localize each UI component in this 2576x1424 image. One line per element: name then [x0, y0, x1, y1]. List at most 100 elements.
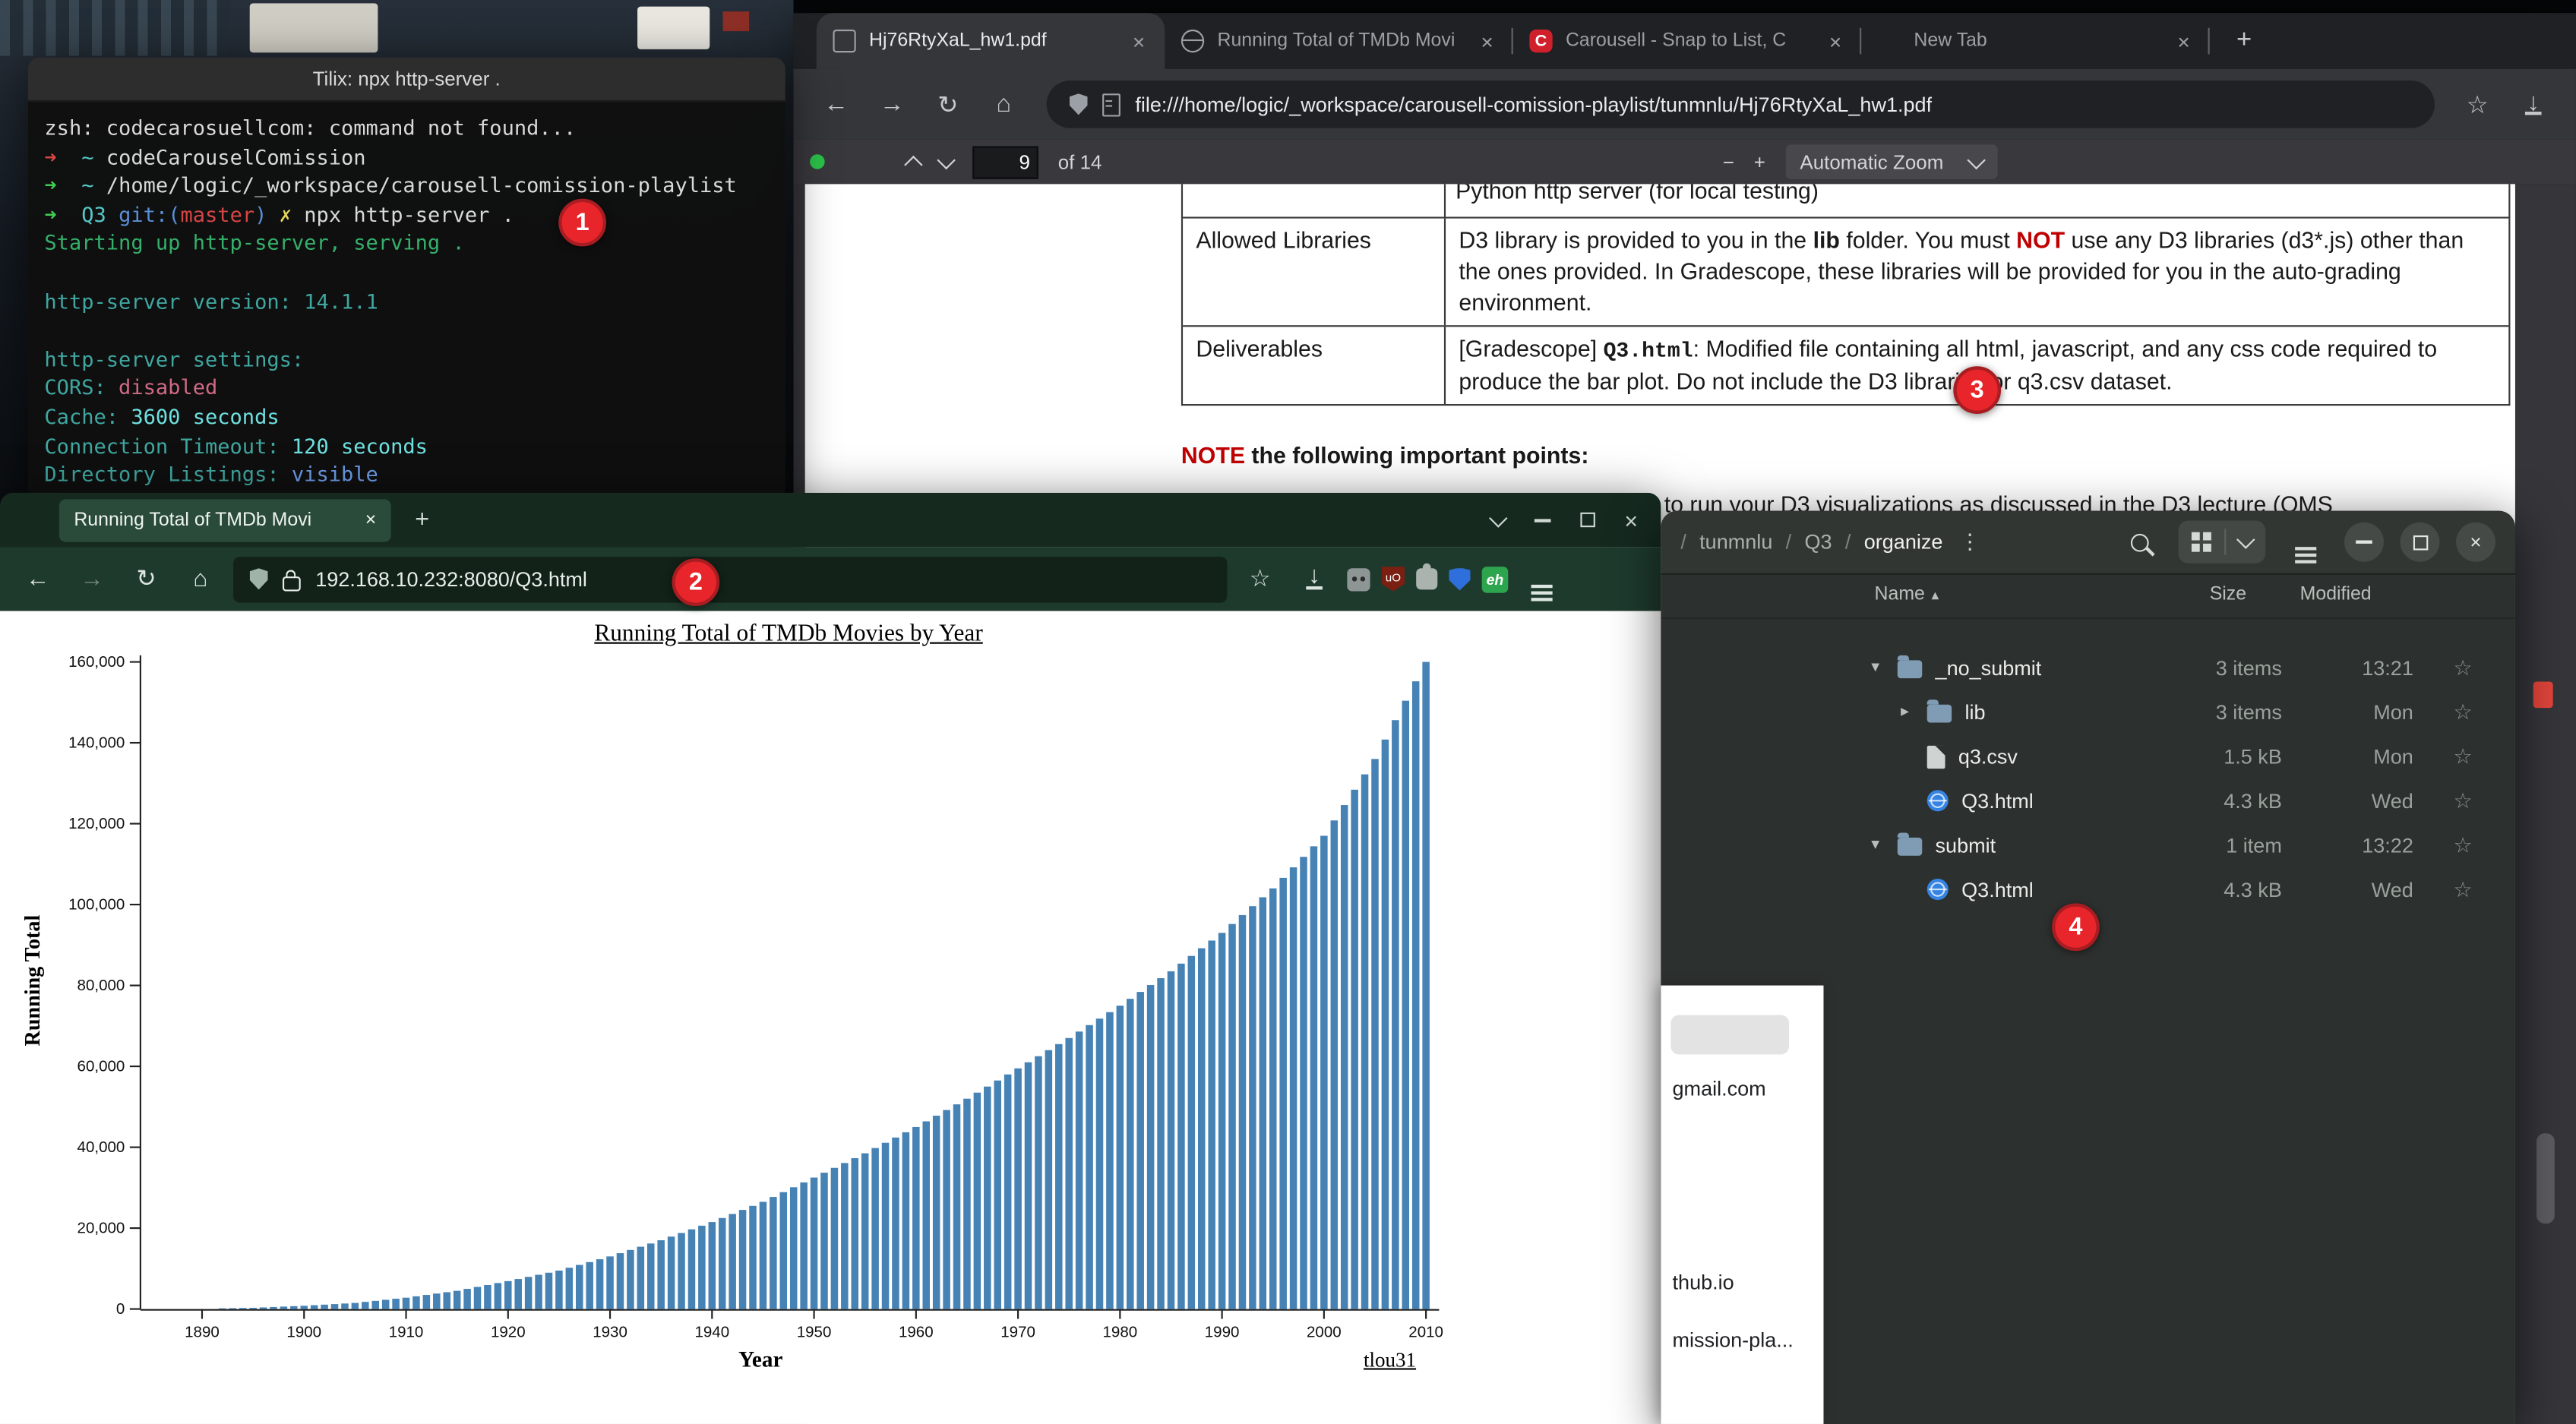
maximize-button[interactable] — [2401, 523, 2440, 562]
tab-close-icon[interactable]: × — [1130, 29, 1149, 53]
file-row[interactable]: Q3.html4.3 kBWed☆ — [1661, 778, 2515, 823]
main-menu-button[interactable] — [2282, 521, 2328, 564]
downloads-icon[interactable]: ↓ — [2510, 81, 2556, 128]
expander-icon[interactable]: ▸ — [1901, 703, 1927, 721]
next-page-button[interactable] — [940, 155, 953, 168]
url-text: 192.168.10.232:8080/Q3.html — [315, 567, 587, 590]
file-row[interactable]: ▸lib3 itemsMon☆ — [1661, 690, 2515, 734]
close-button[interactable]: × — [1624, 507, 1638, 533]
new-tab-button[interactable]: + — [401, 498, 444, 541]
file-row[interactable]: q3.csv1.5 kBMon☆ — [1661, 734, 2515, 778]
home-button[interactable]: ⌂ — [981, 81, 1027, 128]
breadcrumb-item[interactable]: tunmnlu — [1699, 531, 1772, 554]
browser-tab[interactable]: CCarousell - Snap to List, C× — [1513, 13, 1861, 69]
extensions-puzzle-icon[interactable] — [1416, 568, 1437, 589]
ublock-extension-icon[interactable]: uO — [1382, 567, 1405, 591]
page-info-icon[interactable] — [1102, 93, 1120, 115]
home-button[interactable]: ⌂ — [179, 557, 222, 600]
maximize-button[interactable] — [1580, 513, 1595, 527]
star-icon[interactable]: ☆ — [2454, 655, 2473, 681]
tab-close-icon[interactable]: × — [2174, 29, 2193, 53]
minimize-button[interactable] — [2344, 523, 2384, 562]
firefox-url-bar[interactable]: 192.168.10.232:8080/Q3.html — [233, 556, 1227, 602]
tampermonkey-extension-icon[interactable] — [1347, 567, 1370, 590]
bar — [1004, 1075, 1012, 1309]
terminal-line: zsh: codecarosuellcom: command not found… — [44, 113, 769, 142]
file-manager-headerbar[interactable]: /tunmnlu/Q3/organize⋮ × — [1661, 511, 2515, 575]
scrollbar-thumb[interactable] — [2536, 1133, 2555, 1224]
breadcrumb-item[interactable]: Q3 — [1805, 531, 1832, 554]
browser-tab[interactable]: Running Total of TMDb Movi × — [1165, 13, 1512, 69]
terminal-body[interactable]: zsh: codecarosuellcom: command not found… — [28, 102, 785, 537]
minimize-button[interactable] — [1534, 518, 1550, 521]
shield-extension-icon[interactable] — [1449, 567, 1470, 590]
file-row[interactable]: ▾submit1 item13:22☆ — [1661, 823, 2515, 867]
column-header-name[interactable]: Name▴ — [1875, 585, 1939, 605]
column-headers: Name▴ Size Modified — [1661, 575, 2515, 619]
firefox-titlebar[interactable]: Running Total of TMDb Movi × + × — [0, 493, 1661, 547]
reload-button[interactable]: ↻ — [925, 81, 972, 128]
terminal-titlebar[interactable]: Tilix: npx http-server . — [28, 58, 785, 102]
bar — [1168, 971, 1175, 1309]
column-header-size[interactable]: Size — [2210, 585, 2246, 605]
star-icon[interactable]: ☆ — [2454, 788, 2473, 814]
previous-page-button[interactable] — [907, 155, 920, 168]
zoom-in-button[interactable]: + — [1754, 150, 1765, 173]
bookmark-star-icon[interactable]: ☆ — [1239, 557, 1282, 600]
star-icon[interactable]: ☆ — [2454, 699, 2473, 725]
tracking-shield-icon[interactable] — [250, 568, 268, 589]
tab-close-icon[interactable]: × — [1478, 29, 1497, 53]
view-toggle-button[interactable] — [2179, 521, 2266, 564]
browser-tab[interactable]: New Tab× — [1861, 13, 2209, 69]
current-folder-menu-icon[interactable]: ⋮ — [1956, 529, 1984, 555]
tab-title: Running Total of TMDb Movi — [1217, 31, 1464, 51]
forward-button[interactable]: → — [71, 557, 113, 600]
bar — [311, 1306, 318, 1309]
expander-icon[interactable]: ▾ — [1871, 836, 1898, 854]
back-button[interactable]: ← — [17, 557, 59, 600]
bar — [1320, 836, 1328, 1309]
tab-close-icon[interactable]: × — [1826, 29, 1845, 53]
star-icon[interactable]: ☆ — [2454, 832, 2473, 858]
chrome-url-bar[interactable]: file:///home/logic/_workspace/carousell-… — [1047, 81, 2435, 128]
expander-icon[interactable]: ▾ — [1871, 658, 1898, 677]
file-row[interactable]: Q3.html4.3 kBWed☆ — [1661, 867, 2515, 911]
star-icon[interactable]: ☆ — [2454, 876, 2473, 903]
privacy-shield-icon[interactable] — [1070, 93, 1088, 115]
chart-credit-link[interactable]: tlou31 — [1364, 1348, 1416, 1372]
lock-icon[interactable] — [283, 576, 301, 590]
zoom-out-button[interactable]: − — [1723, 150, 1734, 173]
close-button[interactable]: × — [2456, 523, 2495, 562]
new-tab-button[interactable]: + — [2223, 20, 2265, 62]
star-icon[interactable]: ☆ — [2454, 744, 2473, 770]
zoom-select[interactable]: Automatic Zoom — [1785, 144, 1998, 178]
terminal-text: ➜ — [44, 144, 56, 168]
bar — [1055, 1044, 1063, 1309]
bar — [698, 1226, 706, 1309]
back-button[interactable]: ← — [813, 81, 859, 128]
bookmark-star-icon[interactable]: ☆ — [2454, 81, 2501, 128]
terminal-text: ➜ — [44, 202, 56, 226]
y-tick-label: 60,000 — [77, 1058, 125, 1075]
terminal-text: ➜ — [44, 172, 56, 197]
browser-tab[interactable]: Hj76RtyXaL_hw1.pdf× — [817, 13, 1165, 69]
list-all-tabs-icon[interactable] — [1489, 508, 1507, 526]
terminal-text: ~ — [81, 144, 93, 168]
terminal-text: ~ — [81, 172, 93, 197]
firefox-tab[interactable]: Running Total of TMDb Movi × — [59, 498, 391, 541]
reload-button[interactable]: ↻ — [125, 557, 167, 600]
eh-extension-icon[interactable]: eh — [1482, 566, 1509, 592]
tab-close-icon[interactable]: × — [365, 510, 377, 529]
sidebar-toggle-icon[interactable] — [810, 154, 824, 169]
terminal-text: http-server version: 14.1.1 — [44, 289, 378, 313]
pdf-page-input[interactable] — [972, 145, 1038, 178]
breadcrumb-item[interactable]: organize — [1864, 531, 1943, 554]
file-row[interactable]: ▾_no_submit3 items13:21☆ — [1661, 646, 2515, 690]
bar — [606, 1256, 614, 1309]
forward-button[interactable]: → — [869, 81, 915, 128]
column-header-modified[interactable]: Modified — [2300, 585, 2372, 605]
downloads-icon[interactable]: ↓ — [1293, 557, 1335, 600]
terminal-line: ➜ Q3 git:(master) ✗ npx http-server . — [44, 200, 769, 229]
search-icon[interactable] — [2116, 521, 2162, 564]
menu-button[interactable] — [1519, 557, 1562, 600]
